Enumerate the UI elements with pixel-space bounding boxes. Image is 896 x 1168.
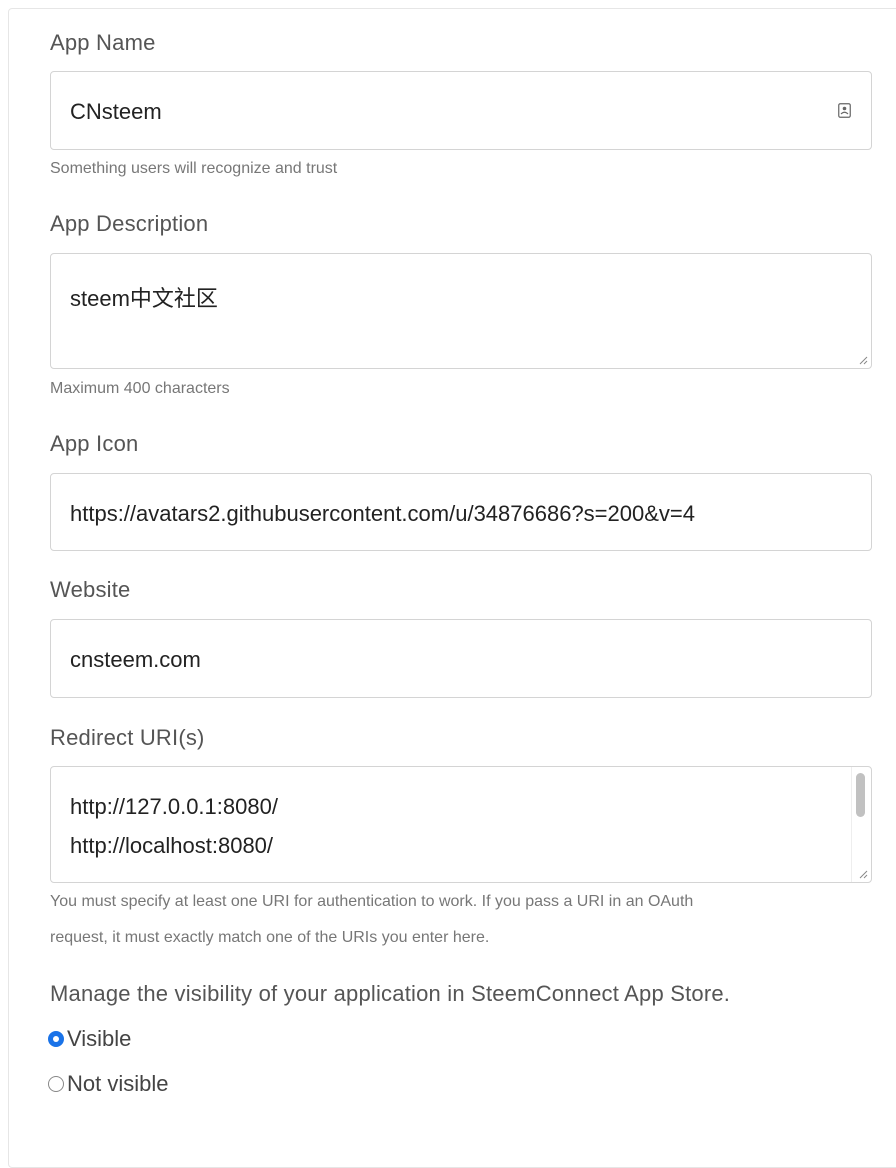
app-description-textarea[interactable]: steem中文社区 bbox=[50, 253, 872, 369]
contact-card-icon[interactable] bbox=[838, 103, 851, 118]
app-description-help: Maximum 400 characters bbox=[50, 380, 230, 397]
visibility-option-label: Visible bbox=[67, 1026, 132, 1051]
website-label: Website bbox=[50, 577, 131, 602]
visibility-heading: Manage the visibility of your applicatio… bbox=[50, 981, 731, 1006]
resize-grip-icon[interactable] bbox=[858, 355, 868, 365]
visibility-option-visible[interactable]: Visible bbox=[48, 1024, 131, 1054]
app-icon-value: https://avatars2.githubusercontent.com/u… bbox=[70, 501, 695, 526]
visibility-option-not-visible[interactable]: Not visible bbox=[48, 1069, 168, 1099]
website-input[interactable]: cnsteem.com bbox=[50, 619, 872, 698]
app-name-value: CNsteem bbox=[70, 99, 162, 124]
radio-checked-icon[interactable] bbox=[48, 1031, 64, 1047]
radio-unchecked-icon[interactable] bbox=[48, 1076, 64, 1092]
redirect-uris-textarea[interactable]: http://127.0.0.1:8080/ http://localhost:… bbox=[50, 766, 872, 883]
app-name-label: App Name bbox=[50, 30, 156, 55]
app-description-label: App Description bbox=[50, 211, 209, 236]
redirect-uris-help-line: You must specify at least one URI for au… bbox=[50, 893, 694, 910]
resize-grip-icon[interactable] bbox=[858, 869, 868, 879]
website-value: cnsteem.com bbox=[70, 647, 201, 672]
redirect-uri-line: http://127.0.0.1:8080/ bbox=[70, 794, 278, 819]
scrollbar[interactable] bbox=[851, 767, 871, 882]
redirect-uri-line: http://localhost:8080/ bbox=[70, 833, 274, 858]
visibility-option-label: Not visible bbox=[67, 1071, 169, 1096]
redirect-uris-label: Redirect URI(s) bbox=[50, 725, 205, 750]
app-icon-label: App Icon bbox=[50, 431, 139, 456]
app-icon-input[interactable]: https://avatars2.githubusercontent.com/u… bbox=[50, 473, 872, 551]
app-name-help: Something users will recognize and trust bbox=[50, 160, 338, 177]
redirect-uris-help-line: request, it must exactly match one of th… bbox=[50, 929, 490, 946]
scrollbar-thumb[interactable] bbox=[856, 773, 865, 817]
app-description-value: steem中文社区 bbox=[70, 286, 218, 311]
app-name-input[interactable]: CNsteem bbox=[50, 71, 872, 150]
